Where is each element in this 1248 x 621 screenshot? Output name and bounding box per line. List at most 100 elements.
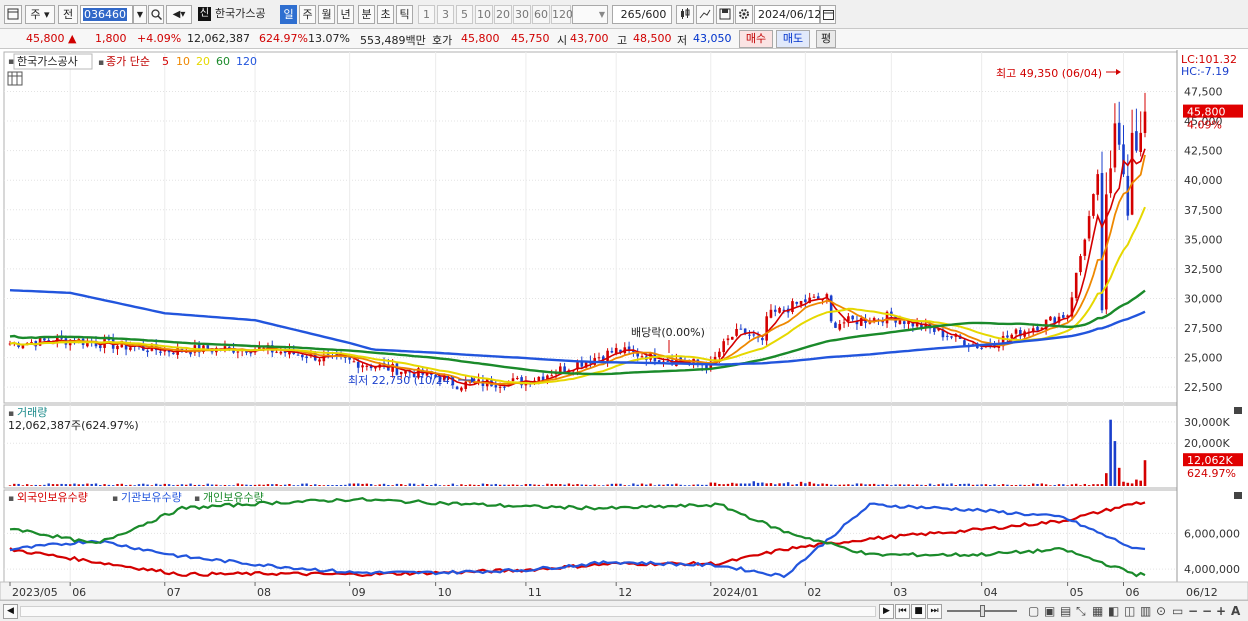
volume-bar bbox=[167, 484, 171, 486]
date-field[interactable]: 2024/06/12 bbox=[754, 5, 821, 24]
ma-period-label-10: 10 bbox=[176, 55, 190, 68]
candle-style-button[interactable] bbox=[676, 5, 694, 24]
sound-button[interactable]: ◀▾ bbox=[166, 5, 192, 24]
tab-day[interactable]: 일 bbox=[280, 5, 297, 24]
candle-body bbox=[610, 351, 614, 353]
minute-option-60[interactable]: 60 bbox=[532, 5, 550, 24]
tab-tick[interactable]: 틱 bbox=[396, 5, 413, 24]
view-icon-7[interactable]: ◫ bbox=[1124, 604, 1135, 619]
horizontal-scrollbar[interactable] bbox=[20, 606, 876, 617]
minute-option-20[interactable]: 20 bbox=[494, 5, 512, 24]
tab-second[interactable]: 초 bbox=[377, 5, 394, 24]
candle-body bbox=[1006, 335, 1009, 338]
settings-button[interactable] bbox=[735, 5, 753, 24]
minute-option-1[interactable]: 1 bbox=[418, 5, 435, 24]
interval-dropdown[interactable]: ▼ bbox=[572, 5, 608, 24]
view-icon-2[interactable]: ▣ bbox=[1044, 604, 1055, 619]
minute-option-10[interactable]: 10 bbox=[475, 5, 493, 24]
scroll-right-button[interactable]: ▶ bbox=[879, 604, 894, 619]
volume-bar bbox=[657, 484, 661, 486]
trendline-button[interactable] bbox=[696, 5, 714, 24]
count-field[interactable]: 265/600 bbox=[612, 5, 672, 24]
volume-rate: 624.97% bbox=[259, 32, 308, 45]
candle-body bbox=[829, 295, 833, 322]
zoom-in-icon[interactable]: − bbox=[1188, 604, 1198, 619]
volume-bar bbox=[34, 484, 37, 486]
volume-bar bbox=[679, 484, 682, 486]
zoom-slider-handle[interactable] bbox=[980, 605, 985, 617]
tab-month[interactable]: 월 bbox=[318, 5, 335, 24]
minute-option-5[interactable]: 5 bbox=[456, 5, 473, 24]
view-icon-8[interactable]: ▥ bbox=[1140, 604, 1151, 619]
volume-bar bbox=[460, 484, 463, 486]
volume-bar bbox=[1070, 484, 1074, 486]
volume-bar bbox=[159, 484, 162, 486]
volume-bar bbox=[283, 484, 287, 486]
view-icon-6[interactable]: ◧ bbox=[1108, 604, 1119, 619]
candle-body bbox=[1092, 194, 1095, 216]
minus-icon[interactable]: − bbox=[1202, 604, 1212, 619]
tab-year[interactable]: 년 bbox=[337, 5, 354, 24]
stop-button[interactable]: ■ bbox=[911, 604, 926, 619]
scroll-left-button[interactable]: ◀ bbox=[3, 604, 18, 619]
price-tick-label: 37,500 bbox=[1184, 204, 1223, 217]
change-rate: +4.09% bbox=[137, 32, 182, 45]
tab-minute[interactable]: 분 bbox=[358, 5, 375, 24]
view-icon-3[interactable]: ▤ bbox=[1060, 604, 1071, 619]
volume-bar bbox=[296, 485, 300, 486]
save-button[interactable] bbox=[716, 5, 734, 24]
minute-option-3[interactable]: 3 bbox=[437, 5, 454, 24]
volume-bar bbox=[761, 482, 764, 486]
eval-button[interactable]: 평 bbox=[816, 30, 836, 48]
window-menu-button[interactable] bbox=[4, 5, 22, 24]
holding-legend-1: 외국인보유수량 bbox=[17, 491, 88, 504]
volume-bar bbox=[1053, 485, 1056, 486]
view-icon-10[interactable]: ▭ bbox=[1172, 604, 1183, 619]
volume-bar bbox=[1109, 419, 1112, 486]
volume-bar bbox=[589, 485, 592, 486]
volume-bar bbox=[718, 483, 721, 486]
calendar-button[interactable] bbox=[820, 5, 836, 24]
x-axis-label: 06 bbox=[1126, 586, 1140, 599]
volume-bar bbox=[829, 484, 833, 486]
volume-bar bbox=[649, 483, 652, 486]
plus-icon[interactable]: + bbox=[1216, 604, 1226, 619]
volume-bar bbox=[554, 484, 558, 486]
gear-icon bbox=[739, 9, 749, 19]
tab-week[interactable]: 주 bbox=[299, 5, 316, 24]
volume-bar bbox=[537, 484, 541, 486]
stock-chart-svg[interactable]: 47,50045,00042,50040,00037,50035,00032,5… bbox=[0, 50, 1248, 601]
sell-button[interactable]: 매도 bbox=[776, 30, 810, 48]
candle-body bbox=[834, 322, 837, 328]
buy-button[interactable]: 매수 bbox=[739, 30, 773, 48]
volume-bar bbox=[258, 484, 261, 486]
code-dropdown-button[interactable]: ▼ bbox=[133, 5, 147, 24]
volume-bar bbox=[374, 485, 377, 486]
view-icon-1[interactable]: ▢ bbox=[1028, 604, 1039, 619]
stock-code-input[interactable]: 036460 bbox=[80, 5, 133, 24]
x-axis-label: 11 bbox=[528, 586, 542, 599]
candle-body bbox=[812, 296, 816, 298]
font-size-icon[interactable]: A bbox=[1231, 604, 1240, 619]
volume-bar bbox=[51, 484, 55, 486]
last-page-button[interactable]: ⏭ bbox=[927, 604, 942, 619]
candle-body bbox=[1139, 132, 1143, 152]
search-button[interactable] bbox=[148, 5, 164, 24]
chart-area[interactable]: 47,500 45,000 42,500 40,000 37,500 35,000 32,5… bbox=[0, 50, 1248, 601]
volume-bar bbox=[808, 481, 811, 486]
view-icon-9[interactable]: ⊙ bbox=[1156, 604, 1166, 619]
candle-body bbox=[129, 347, 132, 350]
period-select[interactable]: 주 ▾ bbox=[25, 5, 55, 24]
volume-bar bbox=[68, 484, 72, 486]
candle-body bbox=[1096, 174, 1100, 195]
volume-bar bbox=[885, 484, 889, 486]
minute-option-120[interactable]: 120 bbox=[551, 5, 573, 24]
volume-bar bbox=[430, 485, 433, 486]
toolbar: 주 ▾ 전 036460 ▼ ◀▾ 신 한국가스공 일 주 월 년 분 초 틱 … bbox=[0, 0, 1248, 29]
view-icon-4[interactable]: ⤡ bbox=[1076, 604, 1086, 619]
view-icon-5[interactable]: ▦ bbox=[1092, 604, 1103, 619]
minute-option-30[interactable]: 30 bbox=[513, 5, 531, 24]
prev-select[interactable]: 전 bbox=[58, 5, 78, 24]
candle-body bbox=[640, 356, 644, 358]
first-page-button[interactable]: ⏮ bbox=[895, 604, 910, 619]
